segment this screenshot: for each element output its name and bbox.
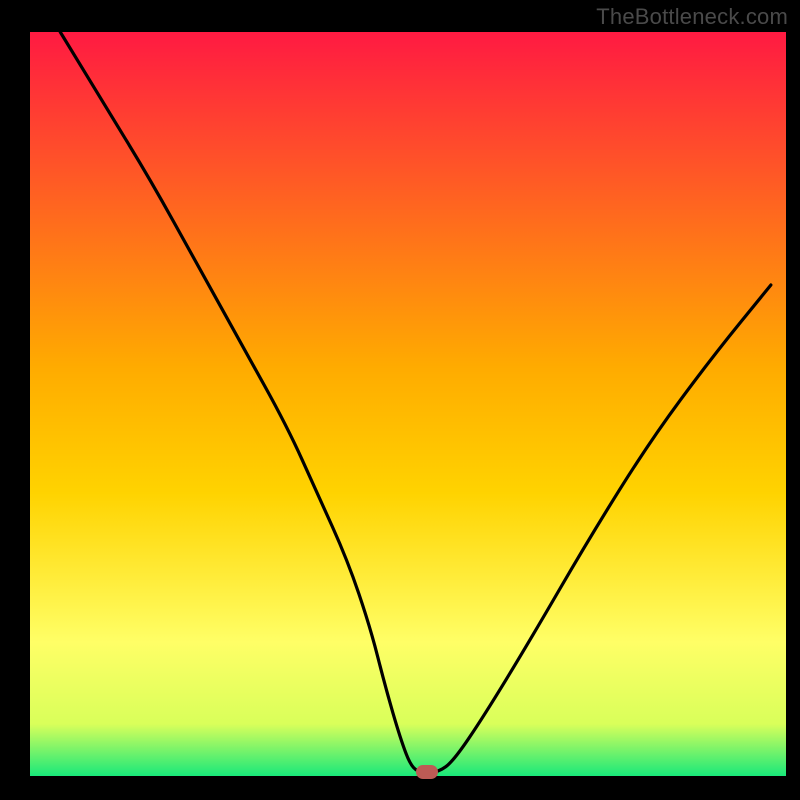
- watermark-text: TheBottleneck.com: [596, 4, 788, 30]
- chart-svg: [0, 0, 800, 800]
- chart-root: TheBottleneck.com: [0, 0, 800, 800]
- optimal-marker: [416, 765, 438, 779]
- gradient-bg: [30, 32, 786, 776]
